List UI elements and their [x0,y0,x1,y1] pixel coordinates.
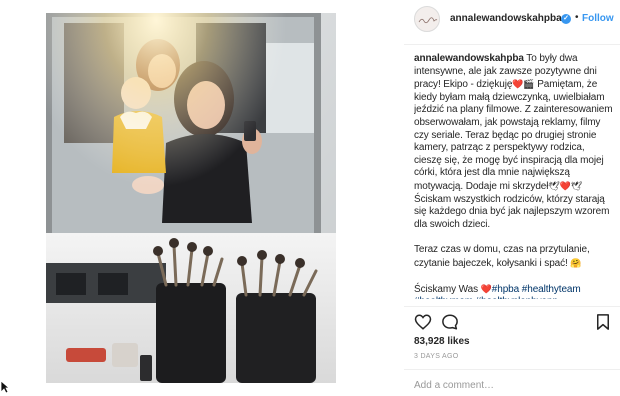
avatar-signature-logo [418,17,438,24]
likes-count[interactable]: 83,928 likes [414,336,470,347]
mouse-cursor-icon [0,380,10,394]
heart-outline-icon[interactable] [414,313,432,331]
caption-paragraph-1: annalewandowskahpba To były dwa intensyw… [414,53,614,231]
caption-emoji-heart-clapper: ❤️🎬 [512,79,535,90]
username-link[interactable]: annalewandowskahpba [450,13,562,24]
post-header: annalewandowskahpba ✓ • Follow [414,6,620,36]
caption-emoji-heart: ❤️ [480,283,492,294]
caption-text-greeting: Ściskamy Was [414,283,478,295]
comment-bubble-icon[interactable] [441,313,459,331]
caption-text-home: Teraz czas w domu, czas na przytulanie, … [414,243,590,269]
caption-paragraph-3: Ściskamy Was ❤️#hpba #healthyteam #healt… [414,283,614,299]
caption-emoji-hug: 🤗 [570,257,582,268]
post-caption: annalewandowskahpba To były dwa intensyw… [414,53,614,299]
bookmark-icon[interactable] [594,313,612,331]
post-card: annalewandowskahpba ✓ • Follow annalewan… [0,0,620,396]
verified-badge-icon: ✓ [561,14,571,24]
caption-text-body: Pamiętam, że kiedy byłam małą dziewczynk… [414,79,613,192]
post-photo[interactable] [46,13,336,383]
header-separator: • [575,12,579,23]
post-photo-illustration [46,13,336,383]
follow-button[interactable]: Follow [582,13,614,24]
caption-text-closing: Ściskam wszystkich rodziców, którzy star… [414,193,610,230]
comment-divider [404,369,620,370]
caption-username-link[interactable]: annalewandowskahpba [414,53,524,64]
add-comment-input[interactable] [414,377,614,393]
header-divider [404,44,620,45]
actions-divider [404,306,620,307]
caption-emoji-wings: 🕊❤️🕊 [548,180,583,191]
caption-paragraph-2: Teraz czas w domu, czas na przytulanie, … [414,244,614,270]
user-avatar[interactable] [414,6,440,32]
post-timestamp[interactable]: 3 DAYS AGO [414,353,459,360]
